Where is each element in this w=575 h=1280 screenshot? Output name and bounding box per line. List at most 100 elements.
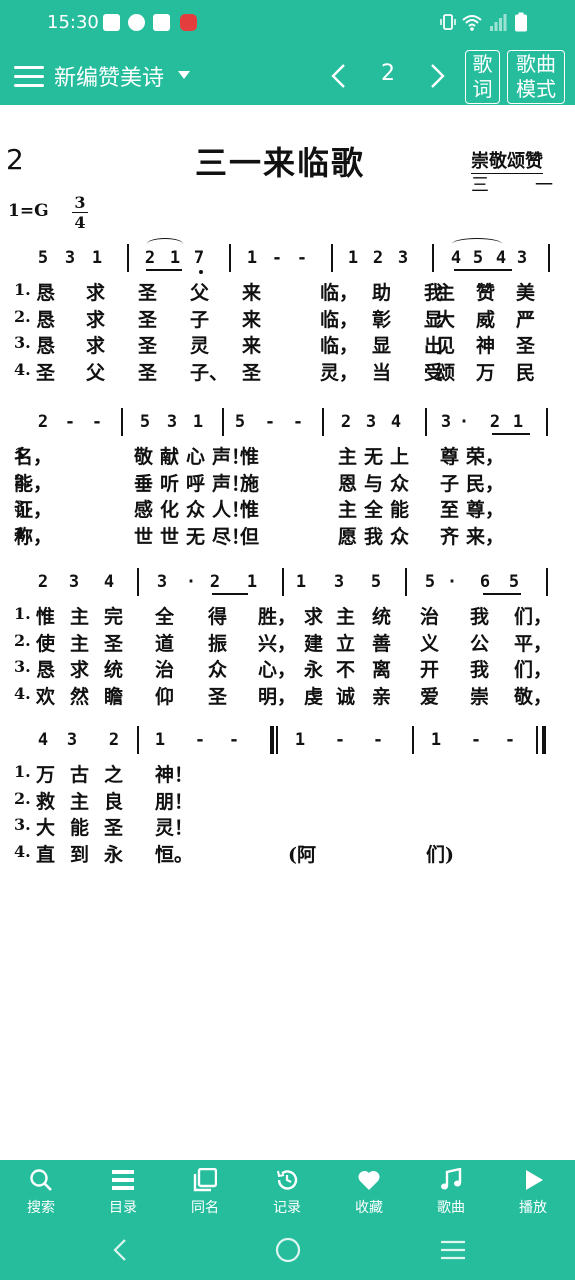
lyric-syllable: 赞: [476, 282, 496, 304]
lyric-syllable: 圣: [138, 282, 158, 304]
lyric-syllable: 子、: [190, 361, 229, 384]
note: 2: [37, 412, 49, 432]
hamburger-menu-icon[interactable]: [14, 64, 44, 88]
lyrics-button[interactable]: 歌 词: [465, 50, 500, 104]
lyric-syllable: 我: [470, 659, 490, 681]
lyric-syllable: 直: [36, 843, 56, 866]
lyric-syllable: 建: [304, 632, 324, 655]
vibrate-icon: [440, 14, 456, 30]
song-mode-button-line1: 歌曲: [516, 52, 556, 76]
lyric-syllable: 主: [70, 632, 90, 655]
status-time: 15:30: [47, 12, 99, 33]
lyric-syllable: 子: [190, 308, 210, 331]
verse-number: 2.: [14, 306, 31, 326]
nav-favorites[interactable]: 收藏: [334, 1160, 404, 1222]
note: 1: [347, 248, 359, 268]
lyric-syllable: 诚: [336, 685, 356, 708]
note: 3: [365, 412, 377, 432]
lyric-syllable: 圣: [36, 361, 56, 384]
lyric-syllable: 临，: [320, 282, 359, 304]
verse-number: 2.: [14, 630, 31, 650]
book-notification-icon: [153, 14, 170, 31]
chevron-left-icon[interactable]: [326, 62, 352, 90]
note: 3: [440, 412, 452, 432]
caret-down-icon[interactable]: [178, 71, 190, 79]
lyric-line: 3. 大能圣 灵！: [0, 813, 575, 840]
lyric-syllable: 世: [134, 525, 154, 548]
bar-line: [548, 244, 550, 272]
note: 5: [37, 248, 49, 268]
note: 4: [103, 572, 115, 592]
lyric-syllable: 主: [70, 790, 90, 813]
lyric-syllable: 不: [336, 659, 356, 681]
lyric-syllable: 使: [36, 632, 56, 655]
copy-icon: [193, 1168, 217, 1192]
nav-history[interactable]: 记录: [252, 1160, 322, 1222]
lyric-syllable: 主: [338, 446, 358, 468]
lyric-syllable: 惟: [240, 499, 260, 521]
home-icon[interactable]: [274, 1236, 302, 1264]
back-icon[interactable]: [107, 1236, 135, 1264]
note: 1: [154, 730, 166, 750]
lyric-line: 2. 能，垂听呼声！施恩与众子民，: [0, 469, 575, 496]
recents-menu-icon[interactable]: [439, 1236, 467, 1264]
lyric-syllable: 灵，: [320, 361, 359, 384]
lyric-syllable: 到: [70, 843, 90, 866]
lyric-syllable: 救: [36, 790, 56, 813]
lyric-syllable: 瞻: [104, 685, 124, 708]
lyric-syllable: 严: [516, 308, 536, 331]
lyric-syllable: 治: [155, 659, 175, 681]
song-mode-button[interactable]: 歌曲 模式: [507, 50, 565, 104]
lyric-syllable: 齐: [440, 525, 460, 548]
bar-line: [536, 726, 538, 754]
signal-icon: [490, 14, 507, 31]
nav-search[interactable]: 搜索: [6, 1160, 76, 1222]
lyric-syllable: 尊，: [466, 499, 505, 521]
lyric-syllable: 敬，: [514, 685, 553, 708]
note: 1: [169, 248, 181, 268]
beam-underline: [483, 593, 521, 595]
note: 1: [294, 730, 306, 750]
lyric-syllable: 仰: [155, 685, 175, 708]
verse-number: 3.: [14, 657, 31, 676]
lyric-syllable: 圣: [242, 361, 262, 384]
lyric-syllable: 完: [104, 606, 124, 628]
search-icon: [30, 1169, 52, 1191]
nav-same-name[interactable]: 同名: [170, 1160, 240, 1222]
lyric-syllable: 恒。: [155, 843, 194, 866]
bar-line: [331, 244, 333, 272]
lyric-syllable: 称，: [14, 525, 53, 548]
hymnbook-title[interactable]: 新编赞美诗: [54, 60, 164, 92]
lyric-syllable: 立: [336, 632, 356, 655]
bar-line: [127, 244, 129, 272]
nav-contents-label: 目录: [109, 1200, 137, 1216]
amen-text: (阿: [288, 843, 316, 866]
note: 5: [508, 572, 520, 592]
nav-contents[interactable]: 目录: [88, 1160, 158, 1222]
note: 2: [37, 572, 49, 592]
lyric-syllable: 上: [390, 446, 410, 468]
lyric-syllable: 圣: [138, 308, 158, 331]
verse-number: 1.: [14, 604, 31, 623]
lyric-syllable: 能: [70, 817, 90, 839]
lyric-syllable: 爱: [420, 685, 440, 708]
lyric-syllable: 美: [516, 282, 536, 304]
bottom-navigation: 搜索 目录 同名 记录 收藏 歌曲 播放: [0, 1160, 575, 1222]
beam-underline: [212, 593, 248, 595]
nav-songs[interactable]: 歌曲: [416, 1160, 486, 1222]
bar-line: [137, 726, 139, 754]
lyric-syllable: 威: [476, 308, 496, 331]
lyric-syllable: 朋！: [155, 790, 194, 813]
score-system-1: 5 3 1 2 1 7 1- -1 2 3 4 5 4 3 1. 恳求圣父来临，助我赞美主 2. 恳求圣子来临，彰…: [0, 238, 575, 384]
lyric-syllable: 之: [104, 764, 124, 786]
nav-play[interactable]: 播放: [498, 1160, 568, 1222]
app-notification-icon: [180, 14, 197, 31]
chevron-right-icon[interactable]: [424, 62, 450, 90]
lyric-syllable: 大: [436, 308, 456, 331]
lyric-syllable: 来: [242, 335, 262, 357]
lyric-line: 3. 恳求圣灵来临，显出神圣见: [0, 331, 575, 358]
lyric-syllable: 子: [440, 472, 460, 495]
lyric-syllable: 献: [160, 446, 180, 468]
lyric-syllable: 们，: [514, 659, 553, 681]
lyric-syllable: 惟: [240, 446, 260, 468]
